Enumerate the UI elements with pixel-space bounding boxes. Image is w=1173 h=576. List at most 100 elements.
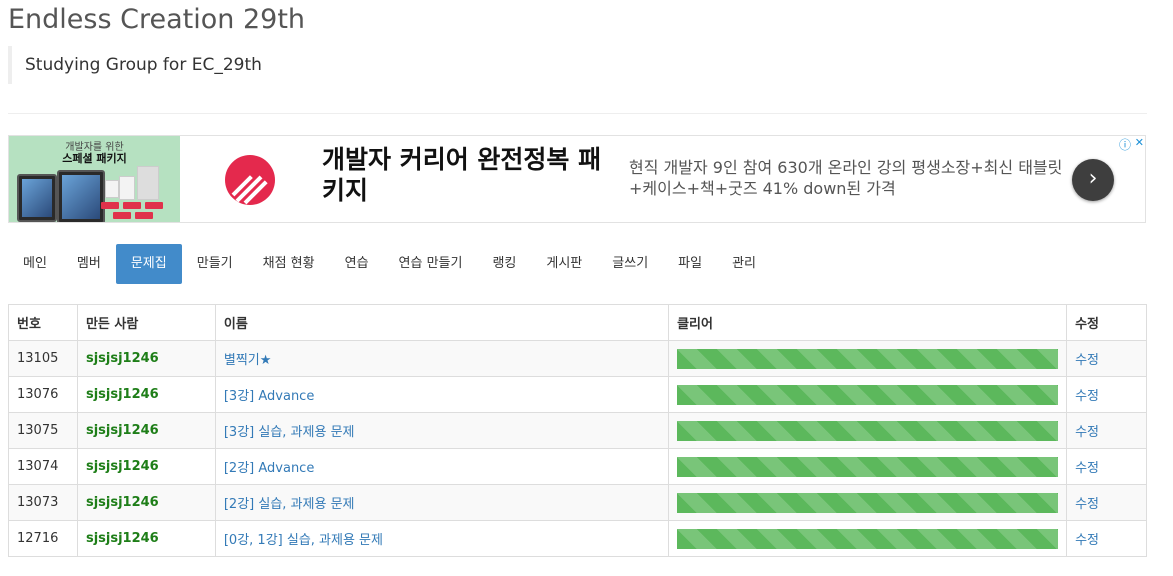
problem-set-link[interactable]: [3강] Advance: [224, 389, 314, 404]
ad-logo[interactable]: [225, 155, 275, 205]
product-image: [119, 176, 135, 200]
chevron-right-icon[interactable]: ›: [1072, 159, 1114, 201]
name-cell: [3강] 실습, 과제용 문제: [214, 412, 670, 449]
problem-set-number: 13076: [8, 376, 78, 413]
problem-set-number: 12716: [8, 520, 78, 557]
table-row: 13073 sjsjsj1246 [2강] 실습, 과제용 문제 수정: [8, 484, 1147, 521]
clear-progress-fill: [677, 528, 1059, 549]
clear-progress: [677, 492, 1059, 513]
nav-tab[interactable]: 메인: [8, 244, 62, 284]
nav-tab[interactable]: 만들기: [182, 244, 248, 284]
clear-cell: [668, 340, 1068, 377]
edit-link[interactable]: 수정: [1075, 533, 1099, 548]
clear-cell: [668, 520, 1068, 557]
name-cell: [2강] 실습, 과제용 문제: [214, 484, 670, 521]
clear-progress: [677, 456, 1059, 477]
clear-progress: [677, 528, 1059, 549]
edit-link[interactable]: 수정: [1075, 353, 1099, 368]
ad-headline[interactable]: 개발자 커리어 완전정복 패키지: [322, 144, 612, 206]
nav-tab[interactable]: 글쓰기: [597, 244, 663, 284]
problem-set-link[interactable]: [2강] Advance: [224, 461, 314, 476]
info-icon[interactable]: ⓘ: [1119, 136, 1131, 153]
clear-progress: [677, 348, 1059, 369]
name-cell: [2강] Advance: [214, 448, 670, 485]
clear-progress-fill: [677, 456, 1059, 477]
product-image: [137, 166, 159, 200]
problem-set-table: 번호 만든 사람 이름 클리어 수정 13105 sjsjsj1246 별찍기★ 수정…: [8, 304, 1147, 557]
problem-set-number: 13075: [8, 412, 78, 449]
product-image: [105, 180, 119, 198]
page-subtitle: Studying Group for EC_29th: [8, 46, 262, 84]
clear-progress-fill: [677, 420, 1059, 441]
edit-link[interactable]: 수정: [1075, 497, 1099, 512]
edit-link[interactable]: 수정: [1075, 389, 1099, 404]
ad-description[interactable]: 현직 개발자 9인 참여 630개 온라인 강의 평생소장+최신 태블릿+케이스…: [629, 157, 1069, 199]
table-row: 13076 sjsjsj1246 [3강] Advance 수정: [8, 376, 1147, 413]
column-header-clear: 클리어: [668, 304, 1068, 341]
name-cell: 별찍기★: [214, 340, 670, 377]
clear-progress-fill: [677, 492, 1059, 513]
edit-link[interactable]: 수정: [1075, 425, 1099, 440]
problem-set-link[interactable]: [2강] 실습, 과제용 문제: [224, 497, 355, 512]
problem-set-link[interactable]: [3강] 실습, 과제용 문제: [224, 425, 355, 440]
edit-cell: 수정: [1066, 520, 1147, 557]
nav-tab[interactable]: 파일: [663, 244, 717, 284]
author-link[interactable]: sjsjsj1246: [76, 520, 216, 557]
problem-set-number: 13074: [8, 448, 78, 485]
author-link[interactable]: sjsjsj1246: [76, 412, 216, 449]
edit-link[interactable]: 수정: [1075, 461, 1099, 476]
ad-thumb-title: 스페셜 패키지: [62, 152, 127, 165]
ad-thumbnail[interactable]: 개발자를 위한 스페셜 패키지: [9, 136, 180, 222]
edit-cell: 수정: [1066, 412, 1147, 449]
clear-cell: [668, 484, 1068, 521]
nav-tab[interactable]: 관리: [717, 244, 771, 284]
close-icon[interactable]: ✕: [1135, 136, 1144, 149]
column-header-edit: 수정: [1066, 304, 1147, 341]
product-tag: [145, 202, 163, 209]
product-tag: [101, 202, 119, 209]
column-header-num: 번호: [8, 304, 78, 341]
tablet-image: [17, 174, 57, 222]
author-link[interactable]: sjsjsj1246: [76, 448, 216, 485]
clear-cell: [668, 448, 1068, 485]
problem-set-number: 13105: [8, 340, 78, 377]
nav-tab[interactable]: 채점 현황: [248, 244, 330, 284]
tablet-image: [57, 170, 105, 222]
column-header-author: 만든 사람: [76, 304, 216, 341]
name-cell: [0강, 1강] 실습, 과제용 문제: [214, 520, 670, 557]
author-link[interactable]: sjsjsj1246: [76, 484, 216, 521]
nav-tab[interactable]: 문제집: [115, 244, 182, 284]
problem-set-link[interactable]: [0강, 1강] 실습, 과제용 문제: [224, 533, 383, 548]
nav-tab[interactable]: 멤버: [62, 244, 116, 284]
product-tag: [123, 202, 141, 209]
clear-cell: [668, 412, 1068, 449]
edit-cell: 수정: [1066, 340, 1147, 377]
clear-progress-fill: [677, 384, 1059, 405]
product-tag: [135, 212, 153, 219]
problem-set-number: 13073: [8, 484, 78, 521]
problem-set-link[interactable]: 별찍기★: [224, 353, 272, 368]
table-row: 12716 sjsjsj1246 [0강, 1강] 실습, 과제용 문제 수정: [8, 520, 1147, 557]
table-row: 13074 sjsjsj1246 [2강] Advance 수정: [8, 448, 1147, 485]
edit-cell: 수정: [1066, 376, 1147, 413]
ad-banner[interactable]: 개발자를 위한 스페셜 패키지 개발자 커리어 완전정복 패키지 현직 개발자 …: [8, 135, 1146, 223]
nav-tab[interactable]: 연습 만들기: [384, 244, 478, 284]
nav-tab[interactable]: 랭킹: [477, 244, 531, 284]
table-row: 13075 sjsjsj1246 [3강] 실습, 과제용 문제 수정: [8, 412, 1147, 449]
divider: [8, 113, 1147, 114]
clear-progress: [677, 420, 1059, 441]
column-header-name: 이름: [214, 304, 670, 341]
nav-tab[interactable]: 게시판: [531, 244, 597, 284]
table-row: 13105 sjsjsj1246 별찍기★ 수정: [8, 340, 1147, 377]
clear-cell: [668, 376, 1068, 413]
clear-progress: [677, 384, 1059, 405]
edit-cell: 수정: [1066, 448, 1147, 485]
nav-tab[interactable]: 연습: [330, 244, 384, 284]
author-link[interactable]: sjsjsj1246: [76, 340, 216, 377]
page-title: Endless Creation 29th: [8, 4, 306, 35]
product-tag: [113, 212, 131, 219]
page: Endless Creation 29th Studying Group for…: [0, 0, 1173, 576]
edit-cell: 수정: [1066, 484, 1147, 521]
author-link[interactable]: sjsjsj1246: [76, 376, 216, 413]
main-nav: 메인 멤버 문제집 만들기 채점 현황 연습 연습 만들기 랭킹 게시판 글쓰기 파일 관리: [8, 244, 771, 284]
